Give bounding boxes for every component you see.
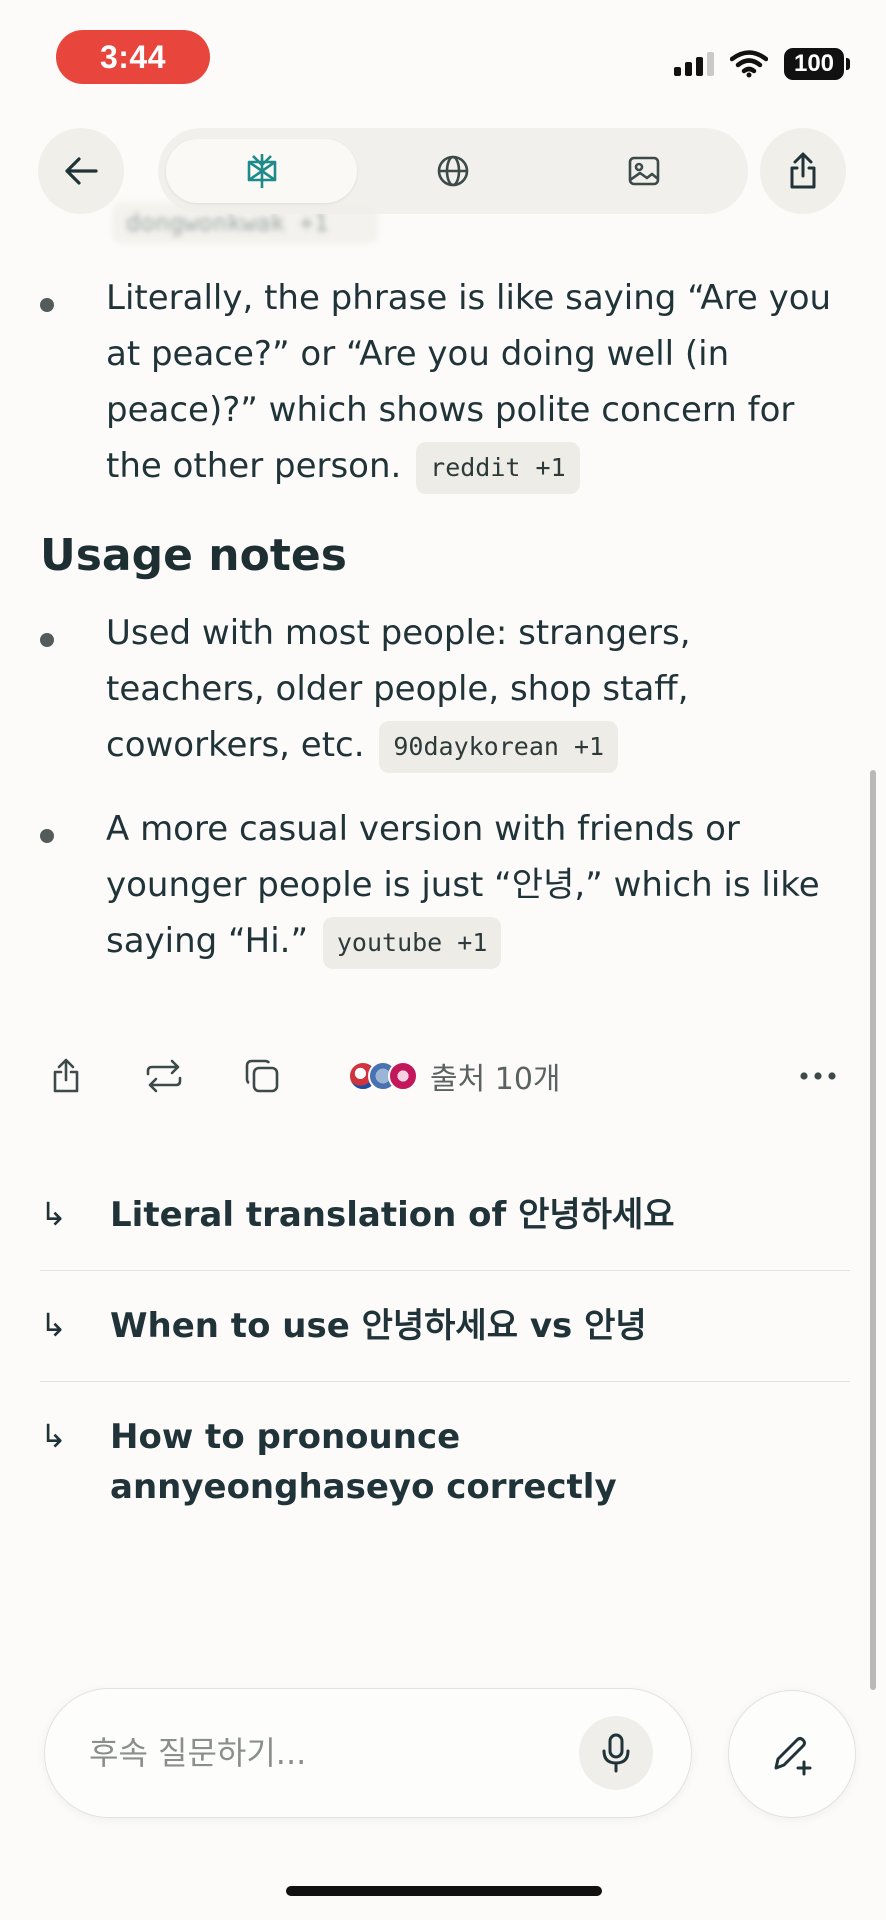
copy-icon [245, 1059, 279, 1093]
status-time: 3:44 [56, 30, 210, 84]
list-item: Used with most people: strangers, teache… [40, 605, 850, 773]
sources-button[interactable]: 출처 10개 [348, 1054, 561, 1098]
home-indicator[interactable] [286, 1886, 602, 1896]
reply-arrow-icon: ↳ [40, 1417, 67, 1455]
share-answer-button[interactable] [40, 1050, 92, 1102]
follow-up-input-container [44, 1688, 692, 1818]
related-question-text: When to use 안녕하세요 vs 안녕 [110, 1306, 647, 1346]
scrollbar[interactable] [870, 770, 876, 1690]
related-question-text: How to pronounce annyeonghaseyo correctl… [110, 1417, 617, 1507]
share-icon [53, 1058, 79, 1093]
mode-tabs [158, 128, 748, 214]
battery-icon: 100 [784, 48, 850, 80]
cellular-signal-icon [674, 52, 714, 76]
perplexity-logo-icon [247, 154, 276, 188]
answer-actions: 출처 10개 [40, 1046, 850, 1106]
related-question[interactable]: ↳ When to use 안녕하세요 vs 안녕 [40, 1271, 850, 1382]
status-indicators: 100 [674, 48, 850, 80]
related-questions: ↳ Literal translation of 안녕하세요 ↳ When to… [40, 1160, 850, 1542]
sources-count: 출처 10개 [430, 1062, 561, 1097]
microphone-icon [602, 1733, 630, 1773]
share-button[interactable] [760, 128, 846, 214]
more-options-button[interactable] [792, 1050, 844, 1102]
related-question-text: Literal translation of 안녕하세요 [110, 1195, 675, 1235]
ellipsis-icon [800, 1072, 836, 1080]
rewrite-button[interactable] [138, 1050, 190, 1102]
image-icon [629, 156, 660, 186]
source-chip[interactable]: youtube +1 [322, 916, 502, 969]
source-favicon [388, 1061, 418, 1091]
tab-answer[interactable] [166, 139, 358, 203]
section-heading: Usage notes [40, 530, 347, 581]
copy-button[interactable] [236, 1050, 288, 1102]
compose-icon [774, 1737, 812, 1776]
globe-icon [437, 155, 469, 187]
repeat-icon [146, 1059, 182, 1093]
new-thread-button[interactable] [728, 1690, 856, 1818]
answer-content: Literally, the phrase is like saying “Ar… [40, 270, 850, 969]
list-item: Literally, the phrase is like saying “Ar… [40, 270, 850, 494]
list-item: A more casual version with friends or yo… [40, 801, 850, 969]
source-chip[interactable]: reddit +1 [416, 441, 580, 494]
back-button[interactable] [38, 128, 124, 214]
voice-input-button[interactable] [579, 1716, 653, 1790]
related-question[interactable]: ↳ How to pronounce annyeonghaseyo correc… [40, 1382, 850, 1542]
tab-sources[interactable] [357, 139, 548, 203]
source-chip[interactable]: 90daykorean +1 [379, 720, 619, 773]
related-question[interactable]: ↳ Literal translation of 안녕하세요 [40, 1160, 850, 1271]
tab-images[interactable] [549, 139, 740, 203]
follow-up-input[interactable] [89, 1734, 579, 1772]
arrow-left-icon [65, 157, 98, 185]
reply-arrow-icon: ↳ [40, 1195, 67, 1233]
share-icon [790, 152, 816, 189]
reply-arrow-icon: ↳ [40, 1306, 67, 1344]
wifi-icon [730, 50, 768, 78]
